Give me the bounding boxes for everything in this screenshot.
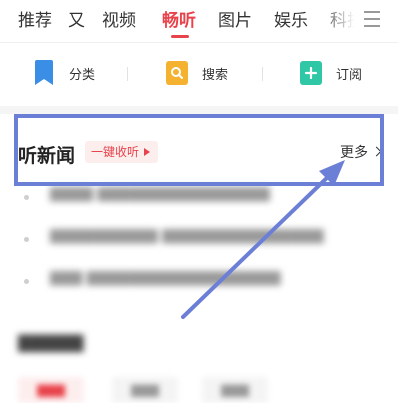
annotation-arrow (181, 160, 345, 319)
